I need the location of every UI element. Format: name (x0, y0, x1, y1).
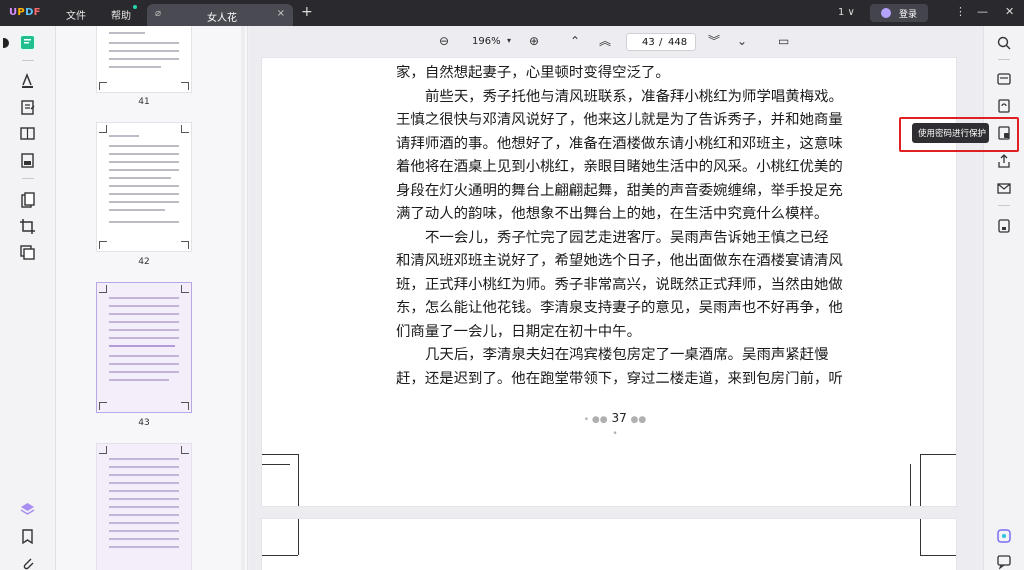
highlight-tool-icon[interactable] (19, 72, 36, 89)
bookmark-icon[interactable] (19, 528, 36, 545)
login-button[interactable]: 登录 (870, 4, 928, 22)
login-label: 登录 (899, 10, 918, 20)
panel-handle[interactable] (3, 38, 9, 48)
email-icon[interactable] (996, 180, 1012, 196)
thumbnail-page-44[interactable] (97, 444, 191, 570)
title-bar: UPDF 文件 帮助 ⌀ 女人花 × + 1 ∨ 登录 ⋮ — ✕ (0, 0, 1024, 26)
paragraph-line: 们商量了一会儿，日期定在初十中午。 (396, 323, 641, 340)
last-page-icon[interactable]: ⌄ (737, 34, 747, 48)
rail-divider (998, 59, 1010, 60)
ocr-text-icon[interactable] (996, 71, 1012, 87)
close-window-icon[interactable]: ✕ (1005, 6, 1014, 18)
edit-pdf-icon[interactable] (19, 99, 36, 116)
rail-divider (998, 205, 1010, 206)
paragraph-line: 身段在灯火通明的舞台上翩翩起舞，甜美的声音委婉缠绵，举手投足充 (396, 182, 843, 199)
share-icon[interactable] (996, 153, 1012, 169)
pdf-page: 家，自然想起妻子，心里顿时变得空泛了。前些天，秀子托他与清风班联系，准备拜小桃红… (262, 58, 956, 506)
avatar (881, 8, 891, 18)
document-tab[interactable]: ⌀ 女人花 × (147, 4, 293, 26)
first-page-icon[interactable]: ⌃ (570, 34, 580, 48)
document-area: ⊖ 196% ▾ ⊕ ⌃ ︽ 43 / 448 ︾ ⌄ ▭ 家，自然想起妻子，心… (249, 26, 983, 570)
reader-mode-icon[interactable] (19, 34, 36, 51)
search-icon[interactable] (996, 35, 1012, 51)
thumbnail-label: 41 (138, 97, 150, 107)
next-page-icon[interactable]: ︾ (708, 34, 720, 48)
paragraph-line: 着他将在酒桌上见到小桃红，亲眼目睹她生活中的风采。小桃红优美的 (396, 159, 843, 175)
more-menu-icon[interactable]: ⋮ (955, 6, 966, 18)
edit-pen-icon: ⌀ (155, 8, 162, 19)
paragraph-line: 班，正式拜小桃红为师。秀子非常高兴，说既然正式拜师，当然由她做 (396, 276, 843, 293)
paragraph-line: 王慎之很快与邓清风说好了，他来这儿就是为了告诉秀子，并和她商量 (396, 112, 843, 128)
organize-pages-icon[interactable] (19, 192, 36, 209)
thumbnail-label: 42 (138, 257, 150, 267)
page-number: 37 (611, 411, 627, 425)
main-area: 41 42 43 ⊖ 196% ▾ ⊕ ⌃ ︽ 43 / 448 ︾ ⌄ ▭ 家… (0, 26, 1024, 570)
total-pages: 448 (668, 37, 688, 48)
rail-divider (22, 178, 34, 179)
zoom-level[interactable]: 196% (472, 36, 501, 47)
thumbnail-page-41[interactable] (97, 26, 191, 92)
menu-help[interactable]: 帮助 (111, 7, 131, 22)
current-page[interactable]: 43 (642, 37, 655, 48)
read-mode-icon[interactable] (19, 125, 36, 142)
new-tab-icon[interactable]: + (301, 5, 313, 19)
chat-icon[interactable] (996, 554, 1012, 570)
paragraph-line: 和清风班邓班主说好了，希望她选个日子，他出面做东在酒楼宴请清风 (396, 253, 843, 269)
paragraph-line: 赶，还是迟到了。他在跑堂带领下，穿过二楼走道，来到包房门前，听 (396, 370, 843, 387)
page-separator: / (659, 37, 663, 48)
previous-page-icon[interactable]: ︽ (599, 34, 611, 48)
update-dot (133, 5, 137, 9)
ocr-icon[interactable] (19, 244, 36, 261)
crop-mark (920, 454, 921, 506)
paragraph-line: 满了动人的韵味，他想象不出舞台上的她，在生活中究竟什么模样。 (396, 206, 829, 222)
save-icon[interactable] (996, 218, 1012, 234)
right-tool-rail (983, 26, 1024, 570)
next-pdf-page (262, 519, 956, 570)
crop-mark (262, 464, 290, 465)
minimize-icon[interactable]: — (977, 6, 988, 18)
crop-icon[interactable] (19, 218, 36, 235)
page-number-footer: • ●● 37 ●● • (583, 411, 647, 439)
paragraph-line: 前些天，秀子托他与清风班联系，准备拜小桃红为师学唱黄梅戏。 (425, 88, 843, 105)
paragraph-line: 请拜师酒的事。他想好了，准备在酒楼做东请小桃红和邓班主，这意味 (396, 135, 843, 152)
zoom-dropdown-icon[interactable]: ▾ (507, 36, 511, 45)
thumbnail-page-43[interactable] (97, 283, 191, 412)
thumbnail-panel: 41 42 43 (56, 26, 248, 570)
layers-icon[interactable] (19, 501, 36, 518)
attachment-icon[interactable] (19, 554, 36, 570)
page-number-field[interactable]: 43 / 448 (626, 33, 696, 51)
zoom-out-icon[interactable]: ⊖ (439, 34, 449, 48)
app-logo: UPDF (9, 7, 41, 18)
ai-assistant-icon[interactable] (996, 528, 1012, 544)
paragraph-line: 几天后，李清泉夫妇在鸿宾楼包房定了一桌酒席。吴雨声紧赶慢 (425, 347, 829, 363)
tab-title: 女人花 (207, 13, 237, 24)
window-count[interactable]: 1 ∨ (838, 7, 855, 18)
thumbnail-page-42[interactable] (97, 123, 191, 251)
view-toolbar: ⊖ 196% ▾ ⊕ ⌃ ︽ 43 / 448 ︾ ⌄ ▭ (249, 26, 983, 58)
thumbnail-scrollbar[interactable] (241, 26, 245, 570)
crop-mark (262, 454, 298, 455)
form-icon[interactable] (19, 152, 36, 169)
crop-mark (920, 454, 956, 455)
paragraph-line: 家，自然想起妻子，心里顿时变得空泛了。 (396, 65, 670, 81)
paragraph-line: 不一会儿，秀子忙完了园艺走进客厅。吴雨声告诉她王慎之已经 (425, 229, 829, 246)
highlight-box (899, 117, 1019, 152)
rail-divider (22, 60, 34, 61)
tab-close-icon[interactable]: × (277, 8, 285, 19)
menu-file[interactable]: 文件 (66, 7, 86, 22)
paragraph-line: 东，怎么能让他花钱。李清泉支持妻子的意见，吴雨声也不好再争，他 (396, 300, 843, 316)
comment-icon[interactable]: ▭ (778, 34, 789, 48)
zoom-in-icon[interactable]: ⊕ (529, 34, 539, 48)
crop-mark (910, 464, 911, 506)
thumbnail-label: 43 (138, 418, 150, 428)
crop-mark (298, 454, 299, 506)
left-tool-rail (0, 26, 56, 570)
convert-icon[interactable] (996, 98, 1012, 114)
